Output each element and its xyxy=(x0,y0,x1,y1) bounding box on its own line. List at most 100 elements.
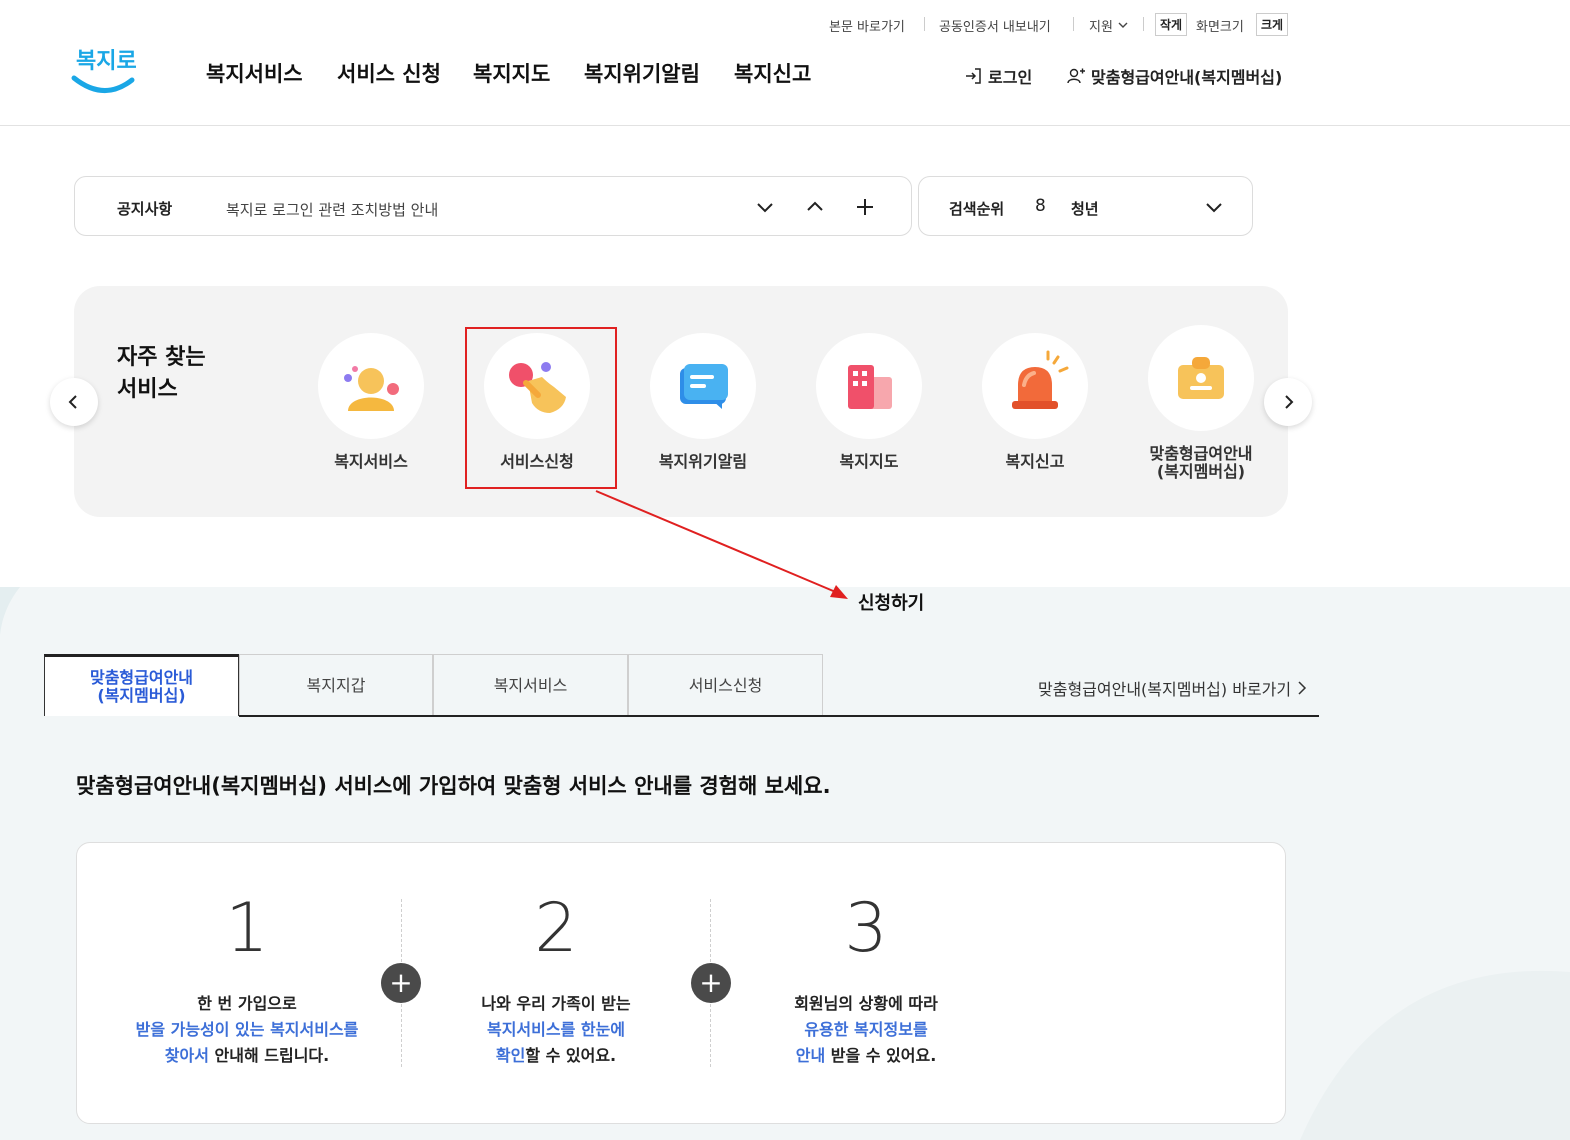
tab-baseline xyxy=(239,715,1319,717)
frequent-services-title: 자주 찾는 서비스 xyxy=(117,342,206,406)
step-line-mixed: 확인할 수 있어요. xyxy=(406,1043,706,1069)
membership-label: 맞춤형급여안내(복지멤버십) xyxy=(1091,68,1283,87)
step-line-mixed: 찾아서 안내해 드립니다. xyxy=(97,1043,397,1069)
chevron-up-icon xyxy=(807,201,823,211)
carousel-next-button[interactable] xyxy=(1264,378,1312,426)
divider xyxy=(924,17,925,31)
membership-shortcut-link[interactable]: 맞춤형급여안내(복지멤버십) 바로가기 xyxy=(1038,676,1307,700)
step-description: 한 번 가입으로 받을 가능성이 있는 복지서비스를 찾아서 안내해 드립니다. xyxy=(97,991,397,1069)
membership-section: 맞춤형급여안내 (복지멤버십) 복지지갑 복지서비스 서비스신청 맞춤형급여안내… xyxy=(0,587,1570,1140)
chevron-left-icon xyxy=(68,395,77,409)
step-line: 나와 우리 가족이 받는 xyxy=(481,994,631,1013)
quick-item-welfare-map[interactable] xyxy=(816,333,922,439)
quick-item-membership[interactable] xyxy=(1148,325,1254,431)
tab-welfare-service[interactable]: 복지서비스 xyxy=(433,654,628,716)
notice-next-button[interactable] xyxy=(753,195,777,219)
logo[interactable]: 복지로 xyxy=(70,40,137,100)
logo-text: 복지로 xyxy=(76,49,136,74)
step-description: 나와 우리 가족이 받는 복지서비스를 한눈에 확인할 수 있어요. xyxy=(406,991,706,1069)
step-text: 안내해 드립니다. xyxy=(208,1046,330,1065)
tab-service-apply[interactable]: 서비스신청 xyxy=(628,654,823,716)
search-ranking[interactable]: 검색순위 8 청년 xyxy=(918,176,1253,236)
quick-item-label: 복지위기알림 xyxy=(658,452,748,471)
quick-item-label-line: 맞춤형급여안내 xyxy=(1149,444,1253,463)
membership-link[interactable]: 맞춤형급여안내(복지멤버십) xyxy=(1067,64,1282,88)
quick-item-label: 복지신고 xyxy=(1005,452,1065,471)
quick-item-welfare-report[interactable] xyxy=(982,333,1088,439)
screen-size-label: 화면크기 xyxy=(1196,19,1244,35)
quick-item-label-line: (복지멤버십) xyxy=(1156,462,1246,481)
font-small-button[interactable]: 작게 xyxy=(1155,13,1187,36)
step-highlight: 안내 xyxy=(795,1046,826,1065)
logo-icon: 복지로 xyxy=(71,49,137,93)
tab-label-line: (복지멤버십) xyxy=(97,685,186,705)
membership-shortcut-label: 맞춤형급여안내(복지멤버십) 바로가기 xyxy=(1038,680,1292,699)
step-description: 회원님의 상황에 따라 유용한 복지정보를 안내 받을 수 있어요. xyxy=(716,991,1016,1069)
people-icon xyxy=(344,366,399,411)
notice-prev-button[interactable] xyxy=(803,195,827,219)
message-icon xyxy=(680,364,728,409)
step-number: 2 xyxy=(534,889,578,968)
nav-welfare-report[interactable]: 복지신고 xyxy=(734,58,811,88)
step-line-highlight: 유용한 복지정보를 xyxy=(804,1020,928,1039)
title-line: 자주 찾는 xyxy=(117,345,206,370)
annotation-label: 신청하기 xyxy=(858,593,925,614)
chevron-right-icon xyxy=(1298,681,1307,695)
id-card-icon xyxy=(1178,357,1224,399)
nav-crisis-alert[interactable]: 복지위기알림 xyxy=(584,58,700,88)
step-text: 받을 수 있어요. xyxy=(825,1046,937,1065)
step-line: 한 번 가입으로 xyxy=(197,994,297,1013)
notice-bar: 공지사항 복지로 로그인 관련 조치방법 안내 xyxy=(74,176,912,236)
notice-more-button[interactable] xyxy=(853,195,877,219)
steps-card xyxy=(76,842,1286,1124)
membership-headline: 맞춤형급여안내(복지멤버십) 서비스에 가입하여 맞춤형 서비스 안내를 경험해… xyxy=(76,774,831,798)
util-link-support[interactable]: 지원 xyxy=(1089,14,1129,36)
util-link-support-label: 지원 xyxy=(1089,19,1113,35)
tab-label-line: 맞춤형급여안내 xyxy=(89,667,194,687)
quick-item-crisis-alert[interactable] xyxy=(650,333,756,439)
highlight-box xyxy=(465,327,617,489)
step-line-highlight: 받을 가능성이 있는 복지서비스를 xyxy=(135,1020,359,1039)
building-icon xyxy=(848,365,892,409)
chevron-down-icon xyxy=(1118,22,1128,28)
divider xyxy=(1143,17,1144,31)
step-number: 1 xyxy=(225,889,269,968)
util-link-cert-export[interactable]: 공동인증서 내보내기 xyxy=(939,14,1051,36)
ranking-label: 검색순위 xyxy=(949,200,1005,218)
login-link[interactable]: 로그인 xyxy=(964,64,1032,88)
step-highlight: 찾아서 xyxy=(164,1046,209,1065)
notice-label: 공지사항 xyxy=(117,200,173,218)
siren-icon xyxy=(1012,350,1069,409)
step-highlight: 확인 xyxy=(495,1046,526,1065)
carousel-prev-button[interactable] xyxy=(50,378,98,426)
tab-welfare-wallet[interactable]: 복지지갑 xyxy=(239,654,433,716)
annotation-arrow xyxy=(595,490,848,599)
tab-membership[interactable]: 맞춤형급여안내 (복지멤버십) xyxy=(44,654,239,716)
user-add-icon xyxy=(1067,68,1085,84)
login-label: 로그인 xyxy=(988,68,1033,87)
nav-welfare-map[interactable]: 복지지도 xyxy=(473,58,550,88)
step-line-mixed: 안내 받을 수 있어요. xyxy=(716,1043,1016,1069)
quick-item-label: 복지지도 xyxy=(839,452,899,471)
step-number: 3 xyxy=(844,889,888,968)
chevron-down-icon[interactable] xyxy=(1204,197,1224,217)
util-link-skip[interactable]: 본문 바로가기 xyxy=(829,14,905,36)
chevron-right-icon xyxy=(1285,395,1294,409)
site-header: 복지로 본문 바로가기 공동인증서 내보내기 지원 작게 화면크기 크게 복지서… xyxy=(0,0,1570,126)
ranking-number: 8 xyxy=(1035,196,1046,216)
nav-welfare-service[interactable]: 복지서비스 xyxy=(206,58,303,88)
nav-service-apply[interactable]: 서비스 신청 xyxy=(337,58,441,88)
quick-item-label-membership: 맞춤형급여안내 (복지멤버십) xyxy=(1131,445,1271,481)
plus-icon xyxy=(857,199,873,215)
step-line: 회원님의 상황에 따라 xyxy=(794,994,938,1013)
notice-text[interactable]: 복지로 로그인 관련 조치방법 안내 xyxy=(226,199,438,220)
ranking-keyword[interactable]: 청년 xyxy=(1071,198,1099,219)
chevron-down-icon xyxy=(757,203,773,213)
quick-item-welfare-service[interactable] xyxy=(318,333,424,439)
font-large-button[interactable]: 크게 xyxy=(1256,13,1288,36)
login-icon xyxy=(966,68,981,84)
divider xyxy=(1073,17,1074,31)
step-text: 할 수 있어요. xyxy=(525,1046,617,1065)
step-line-highlight: 복지서비스를 한눈에 xyxy=(486,1020,626,1039)
quick-item-label: 복지서비스 xyxy=(334,452,408,471)
